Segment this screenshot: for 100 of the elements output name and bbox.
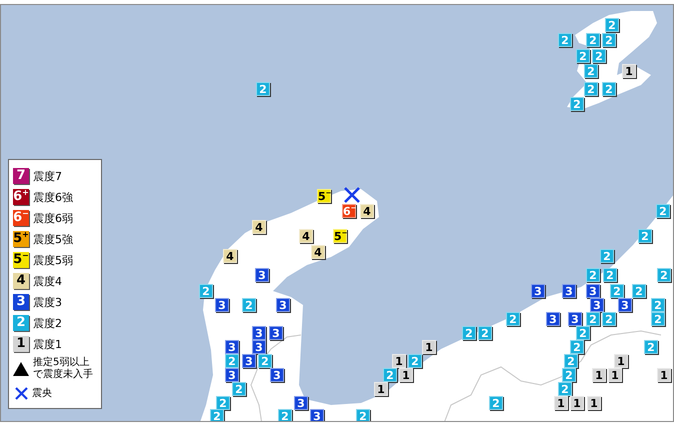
- intensity-marker: 2: [462, 326, 476, 340]
- intensity-swatch: 2: [13, 315, 29, 331]
- intensity-marker: 4: [223, 249, 237, 263]
- intensity-marker: 2: [564, 354, 578, 368]
- legend-label: 推定5弱以上で震度未入手: [33, 357, 94, 381]
- intensity-marker: 3: [269, 326, 283, 340]
- intensity-marker: 2: [656, 204, 670, 218]
- intensity-marker: 2: [489, 396, 503, 410]
- intensity-marker: 1: [554, 396, 568, 410]
- intensity-marker: 2: [651, 298, 665, 312]
- legend-label: 震度2: [33, 316, 62, 330]
- intensity-marker: 2: [506, 312, 520, 326]
- intensity-marker: 2: [651, 312, 665, 326]
- intensity-marker: 2: [644, 340, 658, 354]
- intensity-marker: 1: [614, 354, 628, 368]
- legend-label: 震度3: [33, 294, 62, 310]
- intensity-marker: 2: [408, 354, 422, 368]
- intensity-marker: 3: [562, 284, 576, 298]
- intensity-marker: 3: [531, 284, 545, 298]
- intensity-marker: 2: [562, 368, 576, 382]
- legend-label: 震度1: [33, 336, 62, 352]
- intensity-marker: 5$^{−}$: [333, 229, 347, 243]
- intensity-marker: 3: [294, 396, 308, 410]
- intensity-marker: 4: [360, 204, 374, 218]
- intensity-marker: 2: [356, 409, 370, 421]
- intensity-marker: 2: [558, 382, 572, 396]
- intensity-marker: 1: [608, 368, 622, 382]
- intensity-marker: 2: [602, 312, 616, 326]
- intensity-marker: 1: [592, 368, 606, 382]
- intensity-swatch: 7: [13, 168, 29, 184]
- intensity-swatch: 1: [13, 336, 29, 352]
- intensity-marker: 2: [605, 18, 619, 32]
- legend-label: 震度6弱: [33, 210, 73, 226]
- intensity-marker: 3: [242, 354, 256, 368]
- intensity-swatch: 5$^{−}$: [13, 252, 29, 268]
- intensity-marker: 2: [570, 97, 584, 111]
- intensity-marker: 2: [584, 82, 598, 96]
- intensity-marker: 3: [270, 368, 284, 382]
- intensity-marker: 4: [299, 229, 313, 243]
- epicenter-cross-icon: [15, 386, 28, 400]
- intensity-marker: 2: [602, 82, 616, 96]
- intensity-marker: 2: [584, 64, 598, 78]
- intensity-marker: 2: [232, 382, 246, 396]
- intensity-marker: 1: [622, 64, 636, 78]
- intensity-marker: 2: [383, 368, 397, 382]
- intensity-marker: 2: [576, 49, 590, 63]
- intensity-marker: 3: [618, 298, 632, 312]
- intensity-marker: 3: [225, 368, 239, 382]
- triangle-icon: [13, 362, 29, 376]
- intensity-marker: 3: [215, 298, 229, 312]
- intensity-swatch: 3: [13, 294, 29, 310]
- intensity-marker: 1: [422, 340, 436, 354]
- intensity-swatch: 4: [13, 273, 29, 289]
- intensity-marker: 3: [252, 326, 266, 340]
- intensity-marker: 3: [310, 409, 324, 421]
- legend-label: 震度7: [33, 168, 62, 184]
- intensity-marker: 2: [586, 268, 600, 282]
- intensity-marker: 2: [210, 409, 224, 421]
- intensity-swatch: 5$^{+}$: [13, 231, 29, 247]
- legend-label: 震度4: [33, 274, 62, 288]
- epicenter-cross-icon: [343, 186, 361, 204]
- intensity-swatch: 6$^{−}$: [13, 210, 29, 226]
- intensity-marker: 6$^{−}$: [342, 204, 356, 218]
- intensity-marker: 2: [638, 229, 652, 243]
- legend-label: 震度6強: [33, 190, 73, 204]
- intensity-marker: 3: [586, 284, 600, 298]
- intensity-marker: 3: [252, 340, 266, 354]
- intensity-marker: 1: [392, 354, 406, 368]
- intensity-marker: 3: [568, 312, 582, 326]
- intensity-marker: 3: [225, 340, 239, 354]
- intensity-marker: 2: [600, 249, 614, 263]
- intensity-marker: 2: [576, 326, 590, 340]
- intensity-marker: 1: [587, 396, 601, 410]
- intensity-marker: 5$^{−}$: [317, 189, 331, 203]
- intensity-marker: 1: [570, 396, 584, 410]
- intensity-marker: 4: [252, 220, 266, 234]
- legend-label: 震度5強: [33, 232, 73, 246]
- intensity-marker: 2: [242, 298, 256, 312]
- intensity-marker: 2: [586, 312, 600, 326]
- intensity-marker: 2: [570, 340, 584, 354]
- intensity-marker: 4: [311, 245, 325, 259]
- intensity-swatch: 6$^{+}$: [13, 189, 29, 205]
- intensity-marker: 2: [258, 354, 272, 368]
- intensity-marker: 2: [225, 354, 239, 368]
- intensity-marker: 2: [478, 326, 492, 340]
- intensity-marker: 2: [602, 33, 616, 47]
- intensity-marker: 2: [610, 284, 624, 298]
- intensity-marker: 3: [255, 268, 269, 282]
- intensity-marker: 2: [586, 33, 600, 47]
- intensity-marker: 2: [592, 49, 606, 63]
- intensity-marker: 3: [276, 298, 290, 312]
- intensity-marker: 3: [546, 312, 560, 326]
- intensity-marker: 3: [590, 298, 604, 312]
- intensity-marker: 2: [278, 409, 292, 421]
- intensity-marker: 2: [199, 284, 213, 298]
- intensity-marker: 2: [632, 284, 646, 298]
- intensity-marker: 2: [603, 268, 617, 282]
- intensity-marker: 1: [657, 368, 671, 382]
- intensity-marker: 2: [558, 33, 572, 47]
- legend-label: 震央: [32, 386, 52, 400]
